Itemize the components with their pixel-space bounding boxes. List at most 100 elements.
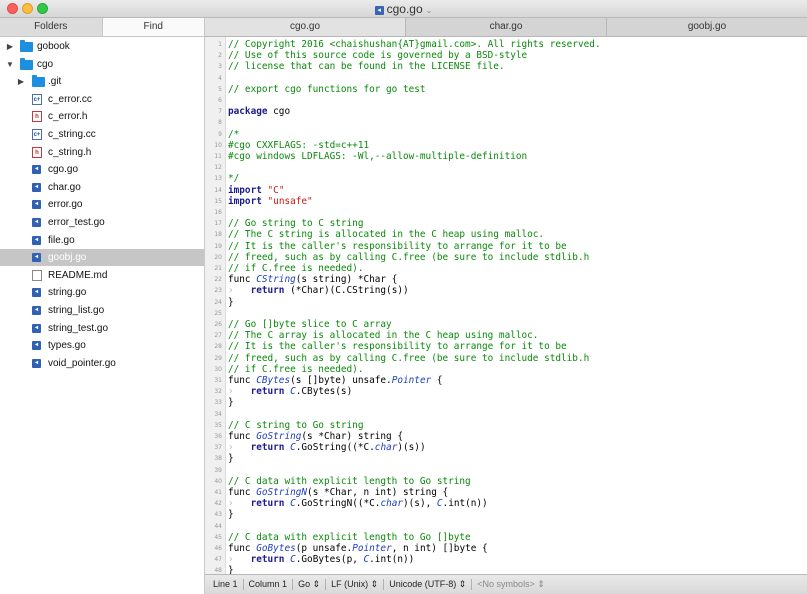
code-line[interactable]: 41 func GoStringN(s *Char, n int) string …	[205, 487, 807, 498]
code-line[interactable]: 12	[205, 162, 807, 173]
tree-item[interactable]: c+ c_error.cc	[0, 91, 204, 108]
tree-item[interactable]: ◂ string.go	[0, 284, 204, 301]
code-line[interactable]: 23 › return (*Char)(C.CString(s))	[205, 285, 807, 296]
code-line[interactable]: 13 */	[205, 173, 807, 184]
code-line[interactable]: 10 #cgo CXXFLAGS: -std=c++11	[205, 140, 807, 151]
tab-folders[interactable]: Folders	[0, 18, 103, 36]
tree-item[interactable]: ▼ cgo	[0, 56, 204, 73]
line-number: 19	[214, 242, 222, 250]
tab-cgo-go[interactable]: cgo.go	[205, 18, 406, 36]
tree-item[interactable]: ◂ cgo.go	[0, 161, 204, 178]
code-text: › return C.GoString((*C.char)(s))	[228, 442, 426, 454]
header-file-icon: h	[32, 146, 42, 158]
tree-item[interactable]: ◂ types.go	[0, 337, 204, 354]
tree-item[interactable]: h c_string.h	[0, 144, 204, 161]
tree-item[interactable]: README.md	[0, 267, 204, 284]
code-line[interactable]: 36 func GoString(s *Char) string {	[205, 431, 807, 442]
code-line[interactable]: 35 // C string to Go string	[205, 420, 807, 431]
line-number: 18	[214, 231, 222, 239]
code-line[interactable]: 4	[205, 73, 807, 84]
code-line[interactable]: 30 // if C.free is needed).	[205, 364, 807, 375]
code-line[interactable]: 37 › return C.GoString((*C.char)(s))	[205, 442, 807, 453]
tree-item[interactable]: ▶ gobook	[0, 38, 204, 55]
tree-item[interactable]: ◂ void_pointer.go	[0, 355, 204, 372]
tree-item[interactable]: ◂ error.go	[0, 196, 204, 213]
code-line[interactable]: 17 // Go string to C string	[205, 218, 807, 229]
tree-item[interactable]: ◂ goobj.go	[0, 249, 204, 267]
code-line[interactable]: 38}	[205, 453, 807, 464]
status-line[interactable]: Line 1	[208, 579, 244, 591]
tree-item[interactable]: ◂ char.go	[0, 179, 204, 196]
code-line[interactable]: 22 func CString(s string) *Char {	[205, 274, 807, 285]
code-line[interactable]: 26 // Go []byte slice to C array	[205, 319, 807, 330]
code-line[interactable]: 14 import "C"	[205, 185, 807, 196]
tree-item[interactable]: ▶ .git	[0, 73, 204, 90]
code-line[interactable]: 2 // Use of this source code is governed …	[205, 50, 807, 61]
tree-item[interactable]: ◂ string_list.go	[0, 302, 204, 319]
code-text: // export cgo functions for go test	[228, 83, 426, 95]
code-line[interactable]: 44	[205, 521, 807, 532]
code-editor[interactable]: 1 // Copyright 2016 <chaishushan{AT}gmail…	[205, 37, 807, 592]
code-line[interactable]: 7 package cgo	[205, 106, 807, 117]
tree-item[interactable]: c+ c_string.cc	[0, 126, 204, 143]
encoding-selector[interactable]: Unicode (UTF-8) ⇕	[384, 579, 473, 591]
window-title-area[interactable]: ◂ cgo.go ⌄	[0, 2, 807, 16]
tree-item-label: gobook	[37, 41, 70, 52]
tree-item-label: string.go	[48, 287, 87, 299]
line-number: 30	[214, 365, 222, 373]
code-text: // It is the caller's responsibility to …	[228, 341, 567, 353]
code-line[interactable]: 11 #cgo windows LDFLAGS: -Wl,--allow-mult…	[205, 151, 807, 162]
tab-find[interactable]: Find	[102, 18, 204, 36]
line-number: 29	[214, 354, 222, 362]
code-line[interactable]: 28 // It is the caller's responsibility t…	[205, 341, 807, 352]
code-line[interactable]: 6	[205, 95, 807, 106]
tab-char-go[interactable]: char.go	[406, 18, 607, 36]
code-text: // Use of this source code is governed b…	[228, 50, 528, 62]
disclosure-closed-icon[interactable]: ▶	[16, 73, 26, 90]
code-line[interactable]: 1 // Copyright 2016 <chaishushan{AT}gmail…	[205, 39, 807, 50]
status-column[interactable]: Column 1	[244, 579, 294, 591]
code-line[interactable]: 39	[205, 465, 807, 476]
code-line[interactable]: 47 › return C.GoBytes(p, C.int(n))	[205, 554, 807, 565]
tree-item[interactable]: h c_error.h	[0, 108, 204, 125]
code-line[interactable]: 15 import "unsafe"	[205, 196, 807, 207]
code-text: import "unsafe"	[228, 195, 313, 207]
line-number: 12	[214, 164, 222, 172]
code-line[interactable]: 21 // if C.free is needed).	[205, 263, 807, 274]
tree-item[interactable]: ◂ string_test.go	[0, 320, 204, 337]
code-line[interactable]: 34	[205, 409, 807, 420]
tab-goobj-go[interactable]: goobj.go	[607, 18, 807, 36]
code-line[interactable]: 29 // freed, such as by calling C.free (b…	[205, 353, 807, 364]
code-line[interactable]: 25	[205, 308, 807, 319]
code-line[interactable]: 27 // The C array is allocated in the C h…	[205, 330, 807, 341]
code-line[interactable]: 5 // export cgo functions for go test	[205, 84, 807, 95]
code-line[interactable]: 8	[205, 117, 807, 128]
code-line[interactable]: 9 /*	[205, 129, 807, 140]
code-line[interactable]: 16	[205, 207, 807, 218]
code-line[interactable]: 3 // license that can be found in the LIC…	[205, 61, 807, 72]
line-number: 39	[214, 466, 222, 474]
code-line[interactable]: 20 // freed, such as by calling C.free (b…	[205, 252, 807, 263]
code-line[interactable]: 43}	[205, 509, 807, 520]
syntax-selector[interactable]: Go ⇕	[293, 579, 327, 591]
code-line[interactable]: 40 // C data with explicit length to Go s…	[205, 476, 807, 487]
code-line[interactable]: 45 // C data with explicit length to Go […	[205, 532, 807, 543]
tree-item-label: c_string.h	[48, 146, 92, 158]
code-line[interactable]: 19 // It is the caller's responsibility t…	[205, 241, 807, 252]
tree-item[interactable]: ◂ file.go	[0, 232, 204, 249]
disclosure-closed-icon[interactable]: ▶	[5, 38, 15, 55]
line-endings-selector[interactable]: LF (Unix) ⇕	[326, 579, 385, 591]
code-line[interactable]: 32 › return C.CBytes(s)	[205, 386, 807, 397]
code-line[interactable]: 24}	[205, 297, 807, 308]
code-text: // C data with explicit length to Go str…	[228, 475, 471, 487]
symbols-selector[interactable]: <No symbols> ⇕	[472, 579, 550, 590]
code-line[interactable]: 42 › return C.GoStringN((*C.char)(s), C.i…	[205, 498, 807, 509]
line-number: 13	[214, 175, 222, 183]
tree-item-label: c_error.cc	[48, 93, 92, 105]
code-line[interactable]: 18 // The C string is allocated in the C …	[205, 229, 807, 240]
disclosure-open-icon[interactable]: ▼	[5, 56, 15, 73]
code-line[interactable]: 31 func CBytes(s []byte) unsafe.Pointer {	[205, 375, 807, 386]
code-line[interactable]: 46 func GoBytes(p unsafe.Pointer, n int) …	[205, 543, 807, 554]
tree-item[interactable]: ◂ error_test.go	[0, 214, 204, 231]
code-line[interactable]: 33}	[205, 397, 807, 408]
